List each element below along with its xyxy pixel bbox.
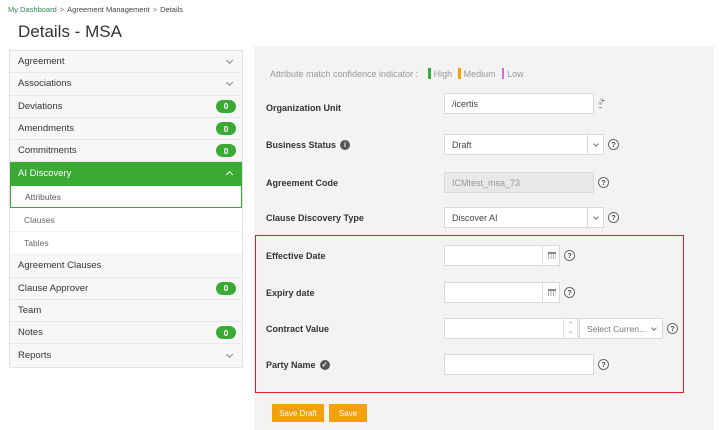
confidence-indicator: Attribute match confidence indicator : H… <box>270 68 530 79</box>
pink-bar-icon <box>501 68 505 79</box>
sidebar-item-label: Amendments <box>18 123 74 135</box>
confidence-medium: Medium <box>458 68 496 79</box>
select-value: Draft <box>452 139 472 150</box>
select-value: Discover AI <box>452 212 498 223</box>
sidebar-item-label: Team <box>18 305 42 317</box>
breadcrumb-agreement-management-link[interactable]: Agreement Management <box>67 5 150 14</box>
orange-bar-icon <box>458 68 461 79</box>
sidebar-item-label: Reports <box>18 350 52 362</box>
sidebar-item-agreement-clauses[interactable]: Agreement Clauses <box>10 255 242 278</box>
chevron-down-icon <box>225 350 234 358</box>
green-bar-icon <box>428 68 431 79</box>
chevron-down-icon <box>587 135 603 154</box>
sidebar-item-amendments[interactable]: Amendments 0 <box>10 117 242 141</box>
info-icon[interactable]: i <box>340 140 351 150</box>
organization-unit-input[interactable]: /icertis <box>444 93 594 114</box>
count-badge: 0 <box>216 144 236 158</box>
organization-tree-icon[interactable]: .:+::: <box>598 97 605 110</box>
count-badge: 0 <box>216 326 236 340</box>
field-label-text: Organization Unit <box>266 103 341 113</box>
field-label-text: Business Status <box>266 140 337 150</box>
organization-unit-label: Organization Unit <box>266 103 341 113</box>
breadcrumb-current: Details <box>160 5 184 14</box>
help-icon[interactable]: ? <box>608 139 619 150</box>
clause-discovery-type-select[interactable]: Discover AI <box>444 207 604 228</box>
sidebar-item-team[interactable]: Team <box>10 299 242 323</box>
sidebar-item-label: AI Discovery <box>18 167 72 179</box>
chevron-down-icon <box>225 56 234 64</box>
sidebar-item-label: Associations <box>18 78 72 90</box>
business-status-label: Business Status i <box>266 140 351 150</box>
field-label-text: Agreement Code <box>266 178 339 188</box>
clause-discovery-type-label: Clause Discovery Type <box>266 213 364 223</box>
sidebar-item-clause-approver[interactable]: Clause Approver 0 <box>10 277 242 300</box>
sidebar-subitem-tables[interactable]: Tables <box>10 231 242 256</box>
agreement-code-input: ICMtest_msa_73 <box>444 172 594 193</box>
save-draft-button[interactable]: Save Draft <box>272 404 324 422</box>
confidence-low: Low <box>501 68 524 79</box>
chevron-down-icon <box>225 78 234 86</box>
highlight-box <box>255 235 684 393</box>
confidence-indicator-label: Attribute match confidence indicator : <box>270 68 419 79</box>
confidence-medium-label: Medium <box>463 68 496 79</box>
sidebar-item-label: Notes <box>18 327 43 339</box>
count-badge: 0 <box>216 99 236 113</box>
breadcrumb-separator: > <box>152 5 158 14</box>
sidebar: Agreement Associations Deviations 0 Amen… <box>9 50 243 368</box>
help-icon[interactable]: ? <box>608 212 619 223</box>
sidebar-item-label: Agreement <box>18 56 65 68</box>
sidebar-item-label: Commitments <box>18 145 77 157</box>
sidebar-subitem-clauses[interactable]: Clauses <box>10 208 242 232</box>
sidebar-item-deviations[interactable]: Deviations 0 <box>10 95 242 118</box>
sidebar-item-reports[interactable]: Reports <box>10 344 242 367</box>
breadcrumb: My Dashboard > Agreement Management > Detail… <box>8 5 183 14</box>
count-badge: 0 <box>216 122 236 136</box>
field-label-text: Clause Discovery Type <box>266 213 364 223</box>
breadcrumb-separator: > <box>59 5 65 14</box>
sidebar-item-agreement[interactable]: Agreement <box>10 51 242 74</box>
sidebar-item-label: Clause Approver <box>18 282 89 294</box>
sidebar-item-notes[interactable]: Notes 0 <box>10 322 242 345</box>
sidebar-subitem-attributes[interactable]: Attributes <box>10 184 242 209</box>
sidebar-item-label: Agreement Clauses <box>18 260 102 272</box>
sidebar-item-associations[interactable]: Associations <box>10 73 242 96</box>
help-icon[interactable]: ? <box>598 177 609 188</box>
agreement-code-label: Agreement Code <box>266 178 338 188</box>
chevron-up-icon <box>225 171 234 179</box>
business-status-select[interactable]: Draft <box>444 134 604 155</box>
breadcrumb-dashboard-link[interactable]: My Dashboard <box>8 5 57 14</box>
sidebar-item-label: Deviations <box>18 100 63 112</box>
chevron-down-icon <box>587 208 603 227</box>
sidebar-item-ai-discovery[interactable]: AI Discovery <box>10 162 242 185</box>
confidence-high: High <box>428 68 452 79</box>
page-title: Details - MSA <box>18 22 122 41</box>
confidence-high-label: High <box>433 68 453 79</box>
count-badge: 0 <box>216 281 236 295</box>
sidebar-item-commitments[interactable]: Commitments 0 <box>10 140 242 163</box>
save-button[interactable]: Save <box>329 404 367 422</box>
confidence-low-label: Low <box>507 68 524 79</box>
